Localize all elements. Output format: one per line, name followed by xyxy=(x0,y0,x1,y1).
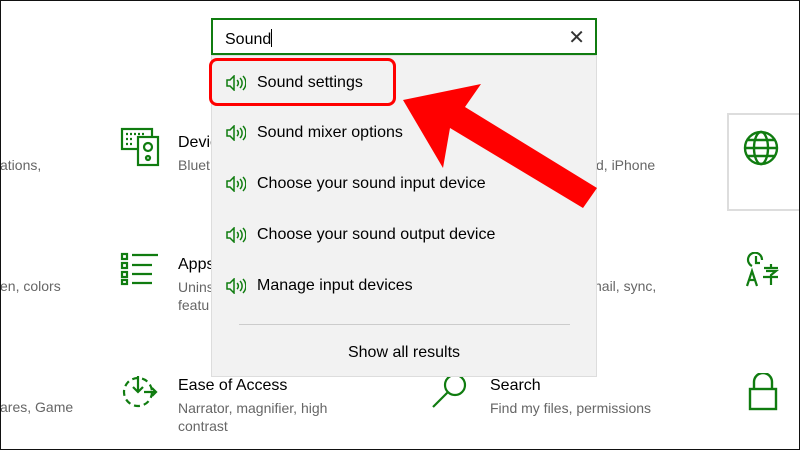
red-arrow-annotation xyxy=(403,84,597,208)
